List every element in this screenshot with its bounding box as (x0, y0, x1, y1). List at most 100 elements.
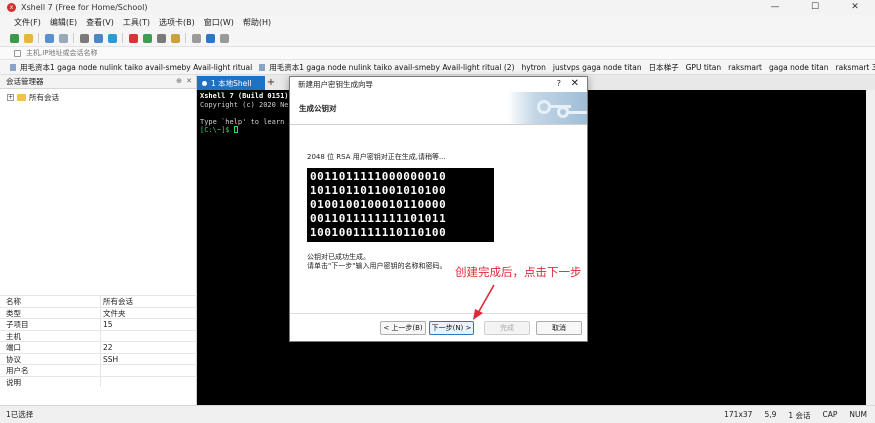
menu-edit[interactable]: 编辑(E) (50, 17, 77, 28)
find-icon[interactable] (80, 33, 89, 43)
session-link-label: justvps gaga node titan (552, 62, 642, 72)
new-session-icon[interactable] (10, 33, 19, 43)
property-row: 子项目 15 (0, 318, 197, 330)
tab-status-icon (202, 80, 207, 86)
session-link[interactable]: GPU titan (686, 63, 722, 72)
terminal-prompt: [C:\~]$ (200, 126, 234, 134)
session-link[interactable]: hytron (522, 63, 546, 72)
address-bar (0, 47, 875, 60)
session-link[interactable]: 用毛资本1 gaga node nulink taiko avail-smeby… (259, 62, 515, 73)
property-row: 说明 (0, 375, 197, 387)
property-value: 文件夹 (100, 307, 197, 318)
layout-icon[interactable] (192, 33, 201, 43)
close-window-button[interactable]: ✕ (835, 0, 875, 15)
folder-icon (17, 93, 26, 101)
session-link[interactable]: 日本梯子 (649, 62, 679, 73)
generating-text: 2048 位 RSA 用户密钥对正在生成,请稍等... (307, 153, 446, 161)
random-bits-box: 0011011111000000010 1011011011001010100 … (307, 168, 494, 242)
property-key: 协议 (6, 354, 21, 364)
terminal-scrollbar[interactable] (866, 90, 875, 405)
session-link-label: 用毛资本1 gaga node nulink taiko avail-smeby… (20, 62, 253, 72)
dialog-help-button[interactable]: ? (557, 79, 561, 88)
menu-window[interactable]: 窗口(W) (204, 17, 234, 28)
dialog-divider (290, 313, 587, 314)
dialog-heading: 生成公钥对 (299, 103, 337, 113)
window-title: Xshell 7 (Free for Home/School) (21, 3, 148, 12)
session-link-label: GPU titan (685, 62, 722, 72)
property-value (100, 376, 197, 387)
help-icon[interactable] (206, 33, 215, 43)
key-generation-wizard-dialog: 新建用户密钥生成向导 ? ✕ 生成公钥对 2048 位 RSA 用户密钥对正在生… (289, 76, 588, 342)
annotation-arrow-icon (473, 284, 495, 320)
menu-file[interactable]: 文件(F) (14, 17, 41, 28)
pin-icon[interactable]: ⊕ (176, 77, 182, 85)
session-link-label: gaga node titan (769, 62, 829, 72)
globe-icon[interactable] (108, 33, 117, 43)
completion-text: 公钥对已成功生成。 请单击"下一步"输入用户密钥的名称和密码。 (307, 253, 446, 271)
session-manager-title: 会话管理器 (6, 77, 44, 86)
close-panel-icon[interactable]: ✕ (186, 77, 192, 85)
new-tab-button[interactable]: + (265, 76, 277, 90)
property-key: 名称 (6, 297, 21, 306)
reconnect-icon[interactable] (45, 33, 54, 43)
status-size: 171x37 (724, 410, 753, 419)
open-folder-icon[interactable] (24, 33, 33, 43)
status-num: NUM (849, 410, 867, 419)
next-button[interactable]: 下一步(N) > (429, 321, 474, 335)
xshell-logo-icon: x (7, 3, 16, 12)
property-row: 用户名 (0, 364, 197, 376)
status-sessions: 1 会话 (788, 411, 811, 420)
completion-line: 公钥对已成功生成。 (307, 253, 370, 261)
session-manager-panel: 会话管理器 ⊕ ✕ + 所有会话 名称 所有会话 类型 文件夹 子项目 15 主机 端… (0, 75, 197, 405)
dialog-title-bar: 新建用户密钥生成向导 ? ✕ (290, 77, 587, 92)
transfer-icon[interactable] (143, 33, 152, 43)
toolbar-divider (122, 33, 123, 43)
keys-banner-icon (507, 92, 587, 124)
session-link[interactable]: raksmart 32g (836, 63, 875, 72)
bit-row: 0011011111000000010 (310, 170, 447, 183)
status-right: 171x37 5,9 1 会话 CAP NUM (712, 410, 867, 421)
session-link[interactable]: 用毛资本1 gaga node nulink taiko avail-smeby… (10, 62, 252, 73)
minimize-button[interactable]: — (755, 0, 795, 15)
status-bar: 1已选择 171x37 5,9 1 会话 CAP NUM (0, 405, 875, 423)
menu-view[interactable]: 查看(V) (86, 17, 114, 28)
property-row: 类型 文件夹 (0, 306, 197, 318)
properties-table: 名称 所有会话 类型 文件夹 子项目 15 主机 端口 22 协议 SSH 用户名 说明 (0, 295, 197, 387)
session-link[interactable]: justvps gaga node titan (553, 63, 642, 72)
session-link[interactable]: gaga node titan (769, 63, 829, 72)
finish-button[interactable]: 完成 (484, 321, 530, 335)
bit-row: 1001001111110110100 (310, 226, 447, 239)
back-button[interactable]: < 上一步(B) (380, 321, 426, 335)
menu-tab[interactable]: 选项卡(B) (159, 17, 195, 28)
key-icon[interactable] (171, 33, 180, 43)
property-value: 22 (100, 342, 197, 353)
property-key: 用户名 (6, 366, 29, 375)
properties-icon[interactable] (94, 33, 103, 43)
maximize-button[interactable]: ☐ (795, 0, 835, 15)
dialog-close-button[interactable]: ✕ (571, 78, 579, 89)
info-icon[interactable] (220, 33, 229, 43)
key-icon (567, 111, 587, 114)
copy-icon[interactable] (59, 33, 68, 43)
tree-item-all-sessions[interactable]: + 所有会话 (0, 91, 196, 103)
xftp-icon[interactable] (129, 33, 138, 43)
property-value: 15 (100, 319, 197, 330)
expand-icon[interactable]: + (7, 93, 14, 101)
bit-row: 0100100100010110000 (310, 198, 447, 211)
session-link-label: 用毛资本1 gaga node nulink taiko avail-smeby… (269, 62, 515, 72)
status-selection: 1已选择 (6, 410, 34, 419)
property-row: 主机 (0, 329, 197, 341)
host-address-input[interactable] (26, 49, 326, 57)
completion-line: 请单击"下一步"输入用户密钥的名称和密码。 (307, 262, 447, 270)
menu-help[interactable]: 帮助(H) (243, 17, 271, 28)
session-icon (10, 63, 16, 71)
session-link[interactable]: raksmart (728, 63, 762, 72)
menu-tools[interactable]: 工具(T) (123, 17, 150, 28)
toolbar-divider (185, 33, 186, 43)
property-key: 端口 (6, 343, 21, 352)
session-link-label: raksmart (728, 62, 762, 72)
tab-local-shell[interactable]: 1 本地Shell (197, 76, 265, 90)
title-bar: x Xshell 7 (Free for Home/School) — ☐ ✕ (0, 0, 875, 15)
cancel-button[interactable]: 取消 (536, 321, 582, 335)
lock-icon[interactable] (157, 33, 166, 43)
